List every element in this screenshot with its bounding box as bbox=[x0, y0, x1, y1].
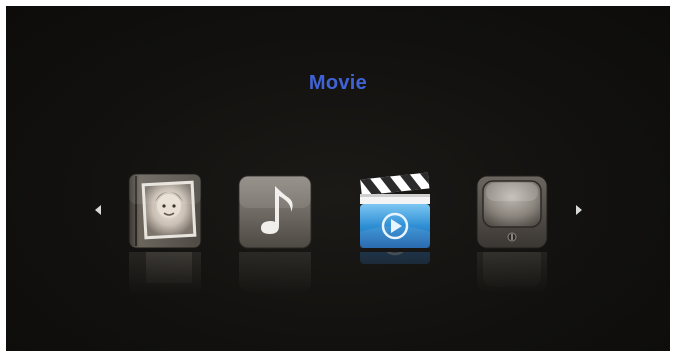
music-icon bbox=[238, 175, 312, 249]
tv-reflection bbox=[474, 252, 550, 296]
movie-icon bbox=[360, 172, 430, 248]
photo-menu-item[interactable] bbox=[127, 172, 203, 294]
photo-icon bbox=[128, 173, 202, 249]
menu-title: Movie bbox=[308, 72, 368, 94]
scroll-right-arrow-icon[interactable] bbox=[576, 205, 582, 215]
movie-reflection bbox=[357, 252, 433, 296]
tv-icon bbox=[476, 175, 548, 249]
movie-menu-item[interactable] bbox=[357, 172, 433, 264]
tv-menu-item[interactable] bbox=[474, 172, 550, 292]
music-menu-item[interactable] bbox=[237, 172, 313, 292]
media-menu-screen: Movie bbox=[6, 6, 670, 351]
photo-reflection bbox=[127, 252, 203, 296]
music-reflection bbox=[237, 252, 313, 296]
scroll-left-arrow-icon[interactable] bbox=[95, 205, 101, 215]
